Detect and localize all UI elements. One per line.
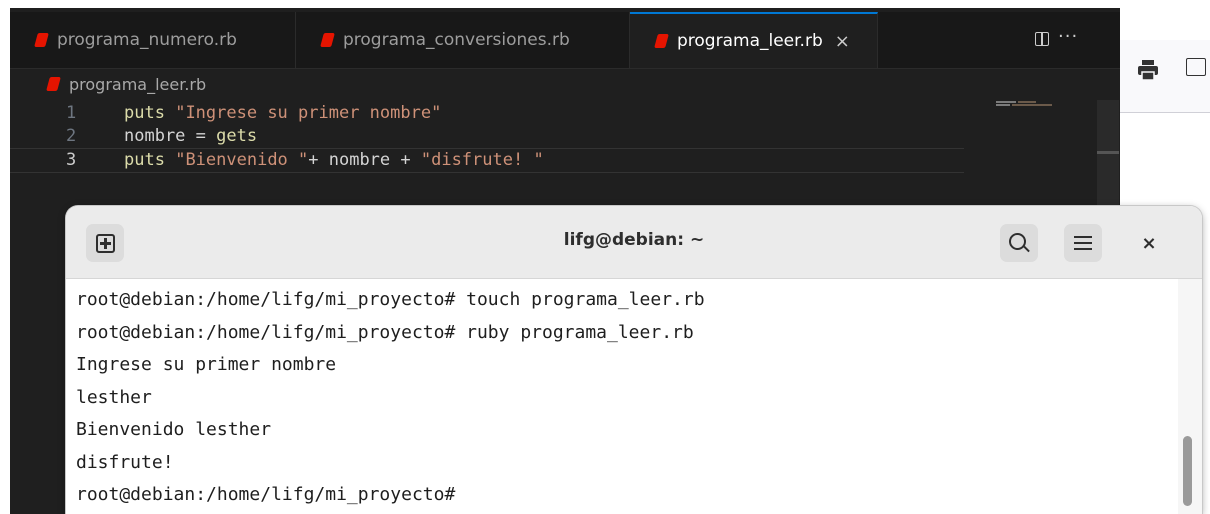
close-window-button[interactable]: ×	[1130, 224, 1168, 262]
browser-background	[1120, 0, 1210, 40]
code-token: gets	[216, 126, 258, 146]
code-token: puts	[124, 150, 165, 170]
tab-label: programa_conversiones.rb	[343, 30, 570, 50]
breadcrumb-file: programa_leer.rb	[69, 74, 207, 94]
minimap[interactable]	[996, 101, 1056, 107]
menu-button[interactable]	[1064, 224, 1102, 262]
ruby-file-icon	[654, 34, 669, 48]
terminal-line: Ingrese su primer nombre	[76, 354, 337, 375]
split-editor-icon[interactable]	[1035, 32, 1049, 46]
code-line[interactable]: 2 nombre = gets	[10, 125, 1100, 148]
terminal-window: lifg@debian: ~ × root@debian:/home/lifg/…	[66, 206, 1202, 514]
code-text: puts "Bienvenido "+ nombre + "disfrute! …	[124, 149, 544, 172]
terminal-header: lifg@debian: ~ ×	[66, 206, 1202, 279]
tab-programa-numero[interactable]: programa_numero.rb	[10, 12, 296, 68]
terminal-scrollbar-thumb[interactable]	[1183, 436, 1192, 506]
code-text: puts "Ingrese su primer nombre"	[124, 102, 441, 125]
terminal-line: Bienvenido lesther	[76, 419, 272, 440]
terminal-output[interactable]: root@debian:/home/lifg/mi_proyecto# touc…	[66, 279, 1176, 514]
scrollbar-cursor-marker	[1097, 151, 1119, 154]
terminal-line: root@debian:/home/lifg/mi_proyecto# ruby…	[76, 321, 694, 343]
terminal-line: lesther	[76, 386, 152, 408]
ruby-file-icon	[34, 33, 49, 47]
tab-programa-leer[interactable]: programa_leer.rb ×	[630, 12, 878, 68]
line-number: 3	[66, 150, 77, 170]
editor-tab-bar: programa_numero.rb programa_conversiones…	[10, 12, 1120, 69]
code-line[interactable]: 1 puts "Ingrese su primer nombre"	[10, 102, 1100, 125]
code-area[interactable]: 1 puts "Ingrese su primer nombre" 2 nombre …	[10, 102, 1100, 173]
more-actions-icon[interactable]: ···	[1058, 26, 1078, 47]
breadcrumb[interactable]: programa_leer.rb	[46, 72, 207, 96]
line-number: 1	[66, 103, 77, 123]
code-token: puts	[124, 103, 165, 123]
tab-label: programa_leer.rb	[677, 31, 823, 51]
code-text: nombre = gets	[124, 125, 257, 148]
code-token: + nombre +	[308, 150, 421, 170]
code-token: "disfrute! "	[420, 150, 544, 170]
print-icon[interactable]	[1137, 60, 1159, 80]
ruby-file-icon	[46, 77, 61, 91]
terminal-line: disfrute!	[76, 451, 174, 473]
line-number: 2	[66, 126, 77, 146]
code-token: "Ingrese su primer nombre"	[175, 103, 442, 123]
tab-label: programa_numero.rb	[57, 30, 237, 50]
close-tab-icon[interactable]: ×	[835, 31, 850, 52]
code-token: "Bienvenido "	[175, 150, 309, 170]
tab-programa-conversiones[interactable]: programa_conversiones.rb	[296, 12, 630, 68]
browser-toolbar	[1120, 40, 1210, 113]
ruby-file-icon	[320, 33, 335, 47]
save-icon[interactable]	[1186, 58, 1206, 76]
code-line[interactable]: 3 puts "Bienvenido "+ nombre + "disfrute!…	[10, 148, 964, 173]
terminal-line: root@debian:/home/lifg/mi_proyecto#	[76, 484, 456, 505]
hamburger-menu-icon	[1074, 236, 1092, 251]
search-button[interactable]	[1000, 224, 1038, 262]
terminal-line: root@debian:/home/lifg/mi_proyecto# touc…	[76, 289, 705, 310]
code-token: nombre =	[124, 126, 217, 146]
search-icon	[1008, 232, 1026, 250]
